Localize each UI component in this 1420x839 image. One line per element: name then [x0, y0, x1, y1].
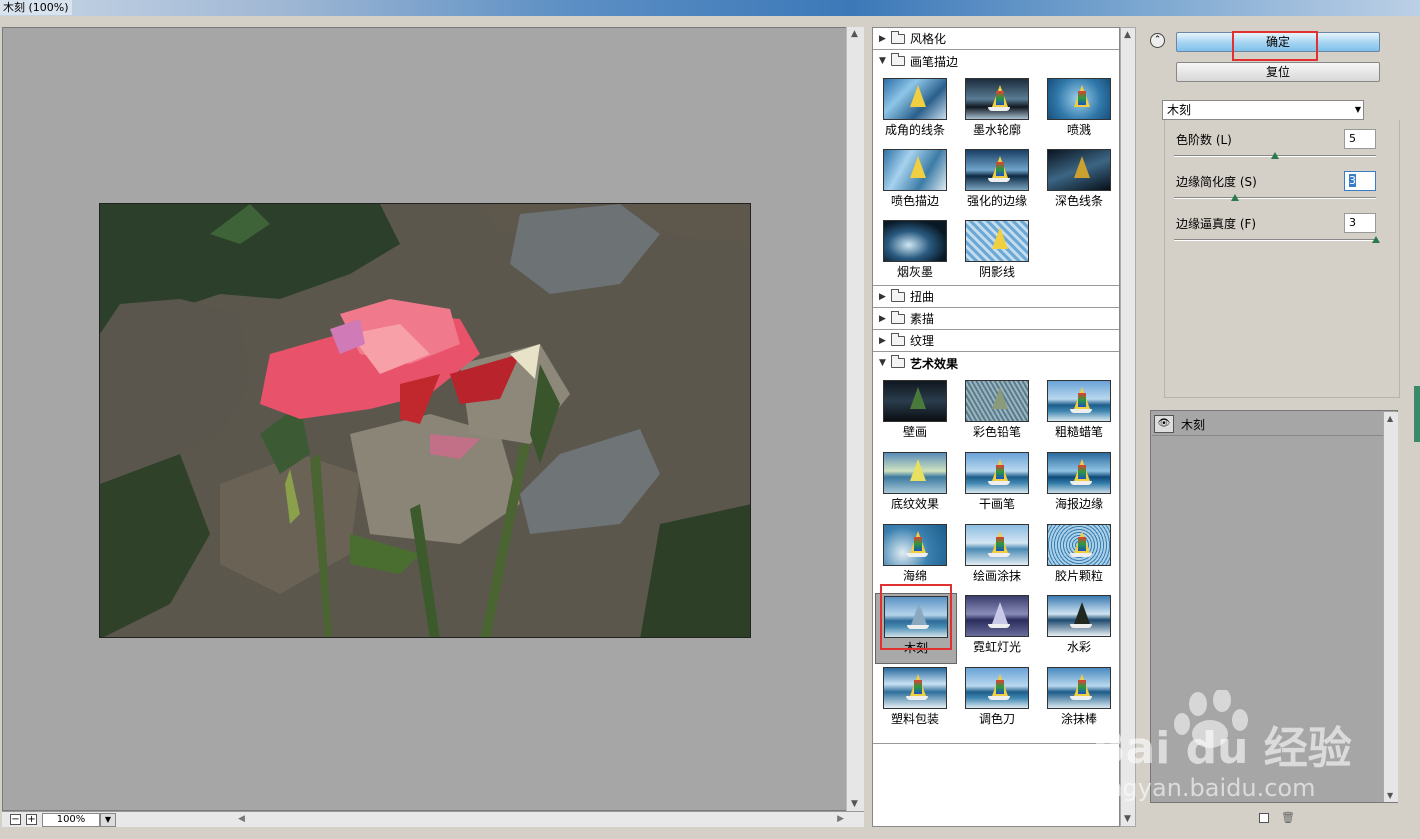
- folder-icon: [891, 288, 905, 302]
- filter-thumb-rough-pastels[interactable]: 粗糙蜡笔: [1039, 378, 1119, 449]
- filter-thumb-spatter[interactable]: 喷溅: [1039, 76, 1119, 147]
- preview-status-bar: − + 100% ▼ ◀ ▶: [2, 811, 864, 827]
- edge-simplicity-slider-track[interactable]: [1174, 197, 1376, 199]
- scroll-up-icon[interactable]: ▲: [1387, 414, 1393, 423]
- filter-thumb-accented-edges[interactable]: 强化的边缘: [957, 147, 1039, 218]
- filter-thumb-dark-strokes[interactable]: 深色线条: [1039, 147, 1119, 218]
- artistic-thumbnails: 壁画 彩色铅笔 粗糙蜡笔 底纹效果 干画笔 海报边缘 海绵 绘画涂抹 胶片颗粒 …: [873, 374, 1119, 744]
- category-label: 艺术效果: [910, 356, 959, 371]
- filter-thumb-poster-edges[interactable]: 海报边缘: [1039, 450, 1119, 521]
- filter-select-value: 木刻: [1167, 103, 1192, 117]
- woodcut-rose-image: [100, 204, 750, 637]
- edge-simplicity-slider-thumb[interactable]: [1230, 194, 1239, 201]
- collapse-arrow-icon[interactable]: ▼: [879, 56, 891, 66]
- ok-highlight-box: [1232, 31, 1318, 61]
- edge-fidelity-slider-track[interactable]: [1174, 239, 1376, 241]
- folder-icon: [891, 310, 905, 324]
- filter-gallery[interactable]: ▶ 风格化 ▼ 画笔描边 成角的线条 墨水轮廓 喷溅 喷色描边 强化的边缘 深色…: [872, 27, 1120, 827]
- layers-scrollbar[interactable]: ▲ ▼: [1383, 412, 1398, 802]
- param-label-levels: 色阶数 (L): [1176, 133, 1232, 147]
- edge-fidelity-slider-thumb[interactable]: [1372, 236, 1380, 243]
- category-artistic[interactable]: ▼ 艺术效果: [873, 352, 1119, 374]
- window-edge-accent: [1414, 386, 1420, 442]
- filter-thumb-angled-strokes[interactable]: 成角的线条: [875, 76, 957, 147]
- folder-icon: [891, 332, 905, 346]
- filter-thumb-fresco[interactable]: 壁画: [875, 378, 957, 449]
- category-label: 风格化: [910, 32, 947, 46]
- filter-thumb-cutout-selected[interactable]: 木刻: [875, 584, 957, 665]
- category-label: 画笔描边: [910, 54, 959, 69]
- filter-parameters-group: [1164, 120, 1400, 398]
- edge-fidelity-input[interactable]: 3: [1344, 213, 1376, 233]
- filter-thumb-palette-knife[interactable]: 调色刀: [957, 665, 1039, 736]
- param-label-edge-fidelity: 边缘逼真度 (F): [1176, 217, 1257, 231]
- filter-thumb-paint-daubs[interactable]: 绘画涂抹: [957, 522, 1039, 593]
- expand-arrow-icon[interactable]: ▶: [879, 314, 891, 324]
- dropdown-arrow-icon[interactable]: ▼: [1355, 101, 1361, 119]
- levels-slider-thumb[interactable]: [1271, 152, 1279, 159]
- filter-thumb-underpainting[interactable]: 底纹效果: [875, 450, 957, 521]
- filter-thumb-colored-pencil[interactable]: 彩色铅笔: [957, 378, 1039, 449]
- effect-layer-name: 木刻: [1181, 418, 1206, 432]
- scroll-right-icon[interactable]: ▶: [837, 814, 844, 824]
- scroll-left-icon[interactable]: ◀: [238, 814, 245, 824]
- category-texture[interactable]: ▶ 纹理: [873, 330, 1119, 352]
- folder-icon: [891, 30, 905, 44]
- zoom-level-field[interactable]: 100%: [42, 813, 100, 827]
- category-brush-strokes[interactable]: ▼ 画笔描边: [873, 50, 1119, 72]
- filter-thumb-dry-brush[interactable]: 干画笔: [957, 450, 1039, 521]
- filter-select[interactable]: 木刻 ▼: [1162, 100, 1364, 120]
- scroll-down-icon[interactable]: ▼: [1124, 814, 1131, 824]
- category-label: 素描: [910, 312, 935, 326]
- scroll-up-icon[interactable]: ▲: [1124, 30, 1131, 40]
- category-label: 纹理: [910, 334, 935, 348]
- filter-thumb-plastic-wrap[interactable]: 塑料包装: [875, 665, 957, 736]
- scroll-down-icon[interactable]: ▼: [1387, 791, 1393, 800]
- filter-thumb-sponge[interactable]: 海绵: [875, 522, 957, 593]
- category-stylize[interactable]: ▶ 风格化: [873, 28, 1119, 50]
- folder-open-icon: [891, 53, 905, 66]
- filter-thumb-watercolor[interactable]: 水彩: [1039, 593, 1119, 664]
- new-effect-layer-icon[interactable]: [1259, 813, 1269, 823]
- watermark-brand: Bai du 经验: [1092, 723, 1352, 774]
- zoom-dropdown-icon[interactable]: ▼: [100, 813, 116, 827]
- watermark-url: jingyan.baidu.com: [1094, 774, 1316, 802]
- brush-strokes-thumbnails: 成角的线条 墨水轮廓 喷溅 喷色描边 强化的边缘 深色线条 烟灰墨 阴影线: [873, 72, 1119, 286]
- expand-arrow-icon[interactable]: ▶: [879, 34, 891, 44]
- preview-vertical-scrollbar[interactable]: ▲ ▼: [846, 27, 864, 811]
- filter-thumb-ink-outlines[interactable]: 墨水轮廓: [957, 76, 1039, 147]
- filter-thumb-sprayed-strokes[interactable]: 喷色描边: [875, 147, 957, 218]
- filter-thumb-sumi-e[interactable]: 烟灰墨: [875, 218, 957, 289]
- category-distort[interactable]: ▶ 扭曲: [873, 286, 1119, 308]
- expand-arrow-icon[interactable]: ▶: [879, 336, 891, 346]
- param-label-edge-simplicity: 边缘简化度 (S): [1176, 175, 1257, 189]
- filter-thumb-crosshatch[interactable]: 阴影线: [957, 218, 1039, 289]
- edge-simplicity-input[interactable]: 3: [1344, 171, 1376, 191]
- edge-simplicity-value: 3: [1349, 174, 1356, 187]
- delete-effect-layer-icon[interactable]: 🗑: [1281, 812, 1295, 824]
- filter-thumb-film-grain[interactable]: 胶片颗粒: [1039, 522, 1119, 593]
- preview-horizontal-scrollbar[interactable]: ◀ ▶: [238, 814, 844, 826]
- window-title: 木刻 (100%): [0, 0, 72, 15]
- eye-visibility-icon[interactable]: 👁: [1154, 415, 1174, 433]
- expand-arrow-icon[interactable]: ▶: [879, 292, 891, 302]
- category-sketch[interactable]: ▶ 素描: [873, 308, 1119, 330]
- zoom-out-button[interactable]: −: [10, 814, 21, 825]
- window-title-bar: 木刻 (100%): [0, 0, 1420, 16]
- selection-highlight: [880, 584, 952, 651]
- collapse-gallery-icon[interactable]: ⌃: [1150, 33, 1165, 48]
- reset-button[interactable]: 复位: [1176, 62, 1380, 82]
- filter-thumb-neon-glow[interactable]: 霓虹灯光: [957, 593, 1039, 664]
- folder-open-icon: [891, 355, 905, 368]
- preview-image: [99, 203, 751, 638]
- scroll-down-icon[interactable]: ▼: [851, 799, 858, 809]
- category-label: 扭曲: [910, 290, 935, 304]
- scroll-up-icon[interactable]: ▲: [851, 29, 858, 39]
- zoom-in-button[interactable]: +: [26, 814, 37, 825]
- collapse-arrow-icon[interactable]: ▼: [879, 358, 891, 368]
- preview-canvas[interactable]: [2, 27, 864, 811]
- levels-input[interactable]: 5: [1344, 129, 1376, 149]
